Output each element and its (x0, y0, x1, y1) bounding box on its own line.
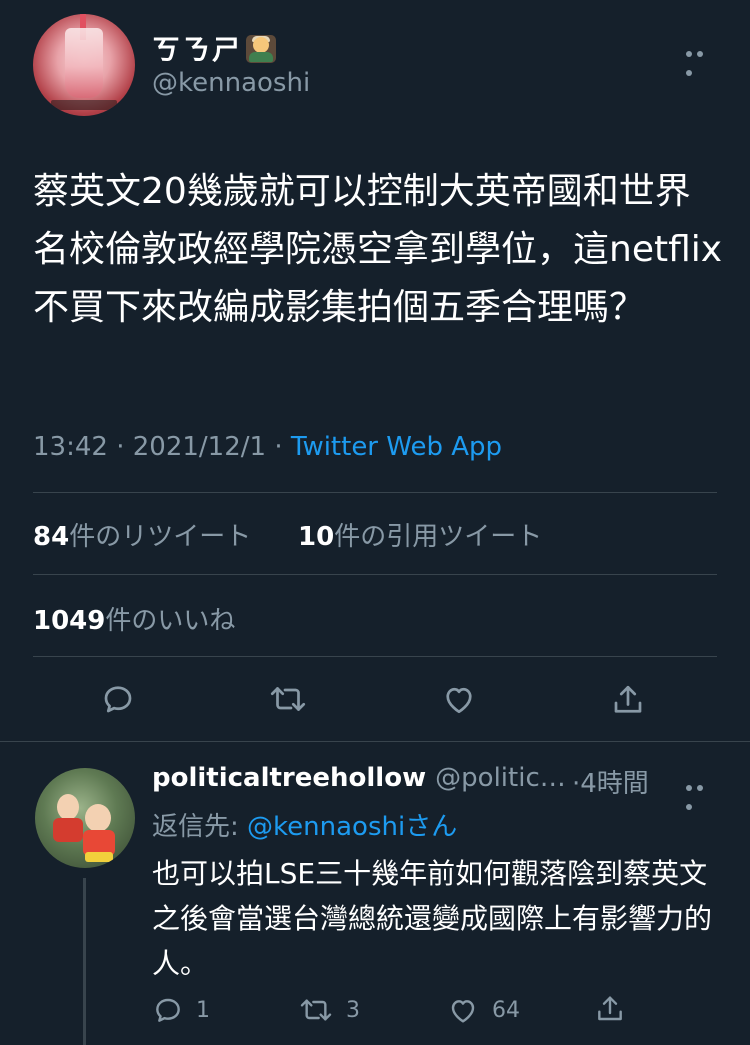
retweets-stat[interactable]: 84件のリツイート (33, 516, 251, 553)
thread-divider (0, 741, 750, 742)
likes-label: 件のいいね (105, 606, 236, 636)
author-display-name[interactable]: ㄎㄋㄕ (152, 28, 277, 68)
reply-reply-button[interactable]: 1 (152, 994, 210, 1026)
quotes-count: 10 (298, 522, 335, 552)
reply-retweet-icon (300, 999, 332, 1021)
author-handle[interactable]: @kennaoshi (152, 68, 310, 98)
reply-author-avatar[interactable] (35, 768, 135, 868)
reply-retweet-count: 3 (346, 997, 360, 1023)
reply-handle: @politic… (435, 763, 566, 793)
tweet-meta: 13:42 · 2021/12/1 · Twitter Web App (33, 432, 502, 462)
teacher-emoji-icon (246, 35, 277, 63)
reply-reply-icon (156, 998, 180, 1022)
divider-bottom (33, 656, 717, 657)
likes-stat[interactable]: 1049件のいいね (33, 600, 235, 637)
retweet-icon[interactable] (268, 681, 308, 717)
tweet-time[interactable]: 13:42 (33, 432, 108, 462)
reply-retweet-button[interactable]: 3 (298, 994, 360, 1026)
reply-reply-count: 1 (196, 997, 210, 1023)
divider-top (33, 492, 717, 493)
reply-time[interactable]: ·4時間 (572, 763, 649, 800)
replying-prefix: 返信先: (152, 812, 248, 842)
more-options-icon[interactable] (686, 42, 718, 76)
retweets-count: 84 (33, 522, 70, 552)
divider-middle (33, 574, 717, 575)
reply-text: 也可以拍LSE三十幾年前如何觀落陰到蔡英文之後會當選台灣總統還變成國際上有影響力… (152, 857, 713, 980)
reply-display-name: politicaltreehollow (152, 763, 427, 793)
tweet-date[interactable]: 2021/12/1 (133, 432, 266, 462)
replying-to: 返信先: @kennaoshiさん (152, 806, 457, 843)
reply-author-name[interactable]: politicaltreehollow @politic… (152, 763, 566, 793)
share-icon[interactable] (610, 681, 646, 719)
reply-like-count: 64 (492, 997, 520, 1023)
thread-line (83, 878, 86, 1045)
quotes-label: 件の引用ツイート (334, 522, 543, 552)
retweets-label: 件のリツイート (69, 522, 252, 552)
replying-to-mention[interactable]: @kennaoshiさん (247, 812, 457, 842)
meta-separator: · (116, 432, 125, 462)
avatar-caption (51, 100, 117, 110)
tweet-source-link[interactable]: Twitter Web App (291, 432, 502, 462)
reply-heart-icon (451, 1000, 475, 1023)
reply-share-button[interactable] (594, 992, 626, 1026)
reply-like-button[interactable]: 64 (446, 994, 520, 1026)
reply-share-icon (598, 996, 622, 1021)
likes-count: 1049 (33, 606, 106, 636)
quotes-stat[interactable]: 10件の引用ツイート (298, 516, 542, 553)
heart-icon[interactable] (440, 681, 478, 717)
reply-more-options-icon[interactable] (686, 776, 718, 810)
tweet-text: 蔡英文20幾歲就可以控制大英帝國和世界名校倫敦政經學院憑空拿到學位，這netfl… (33, 171, 723, 328)
meta-separator-2: · (274, 432, 283, 462)
author-avatar[interactable] (33, 14, 135, 116)
avatar-drink-cup (65, 28, 103, 98)
reply-icon[interactable] (100, 681, 136, 717)
author-display-name-text: ㄎㄋㄕ (152, 33, 243, 66)
